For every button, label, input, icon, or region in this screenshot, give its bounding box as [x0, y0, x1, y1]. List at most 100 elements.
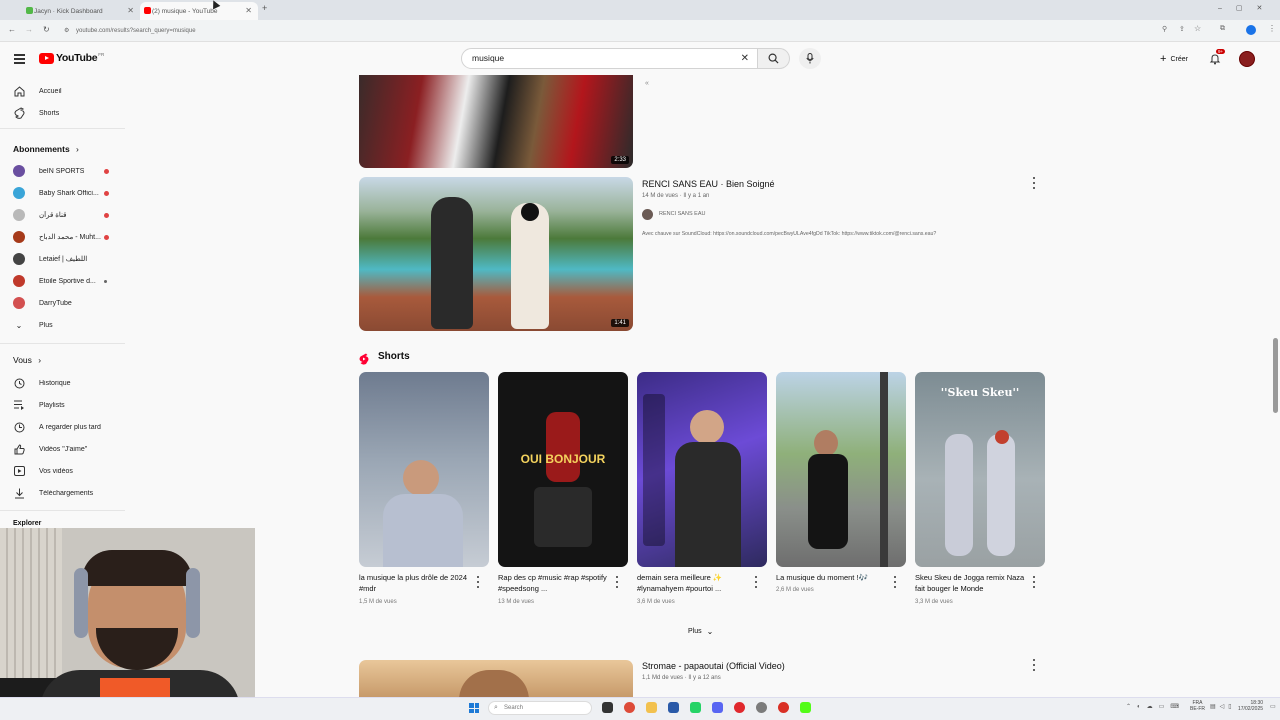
chevron-down-icon: ⌄ — [706, 627, 714, 636]
app-icon[interactable] — [778, 702, 789, 713]
more-actions-icon[interactable] — [614, 576, 620, 588]
sidebar-item-watch-later[interactable]: À regarder plus tard — [0, 416, 125, 438]
share-icon[interactable]: ⇪ — [1179, 25, 1185, 33]
video-thumbnail-3[interactable] — [359, 660, 633, 697]
search-icon: ⌕ — [494, 704, 498, 711]
sidebar-sub-muht[interactable]: محمد الدباح - Muht... — [0, 226, 125, 248]
short-views-1: 1,5 M de vues — [359, 599, 397, 605]
file-explorer-icon[interactable] — [646, 702, 657, 713]
bell-icon — [1209, 54, 1221, 65]
search-button[interactable] — [758, 48, 790, 69]
sidebar-more-subs[interactable]: ⌄ Plus — [0, 314, 125, 336]
window-controls[interactable]: –▢✕ — [1218, 4, 1276, 12]
channel-avatar — [13, 209, 25, 221]
youtube-favicon-icon — [144, 7, 151, 14]
video-thumbnail-1[interactable]: 2:33 — [359, 75, 633, 168]
shorts-more-button[interactable]: Plus ⌄ — [688, 627, 713, 636]
sidebar-sub-letaief[interactable]: Letaief | اللطيف — [0, 248, 125, 270]
reload-icon[interactable]: ↻ — [43, 25, 50, 34]
close-tab-icon[interactable]: ✕ — [245, 6, 252, 15]
collapse-icon[interactable]: « — [645, 80, 649, 87]
subscriptions-heading[interactable]: Abonnements › — [13, 144, 79, 154]
sidebar-item-playlists[interactable]: Playlists — [0, 394, 125, 416]
video-thumbnail-2[interactable]: 1:41 — [359, 177, 633, 331]
voice-search-button[interactable] — [799, 48, 821, 69]
new-tab-button[interactable]: + — [262, 3, 267, 13]
sidebar-sub-baby-shark[interactable]: Baby Shark Offici... — [0, 182, 125, 204]
extensions-icon[interactable]: ⧉ — [1220, 25, 1225, 33]
short-card-1[interactable] — [359, 372, 489, 567]
tab-kick-dashboard[interactable]: Jacyn · Kick Dashboard ✕ — [22, 2, 140, 20]
video-title-2[interactable]: RENCI SANS EAU · Bien Soigné — [642, 179, 775, 189]
settings-icon[interactable] — [756, 702, 767, 713]
sidebar-sub-quran[interactable]: قناة قرآن — [0, 204, 125, 226]
more-actions-icon[interactable] — [1031, 659, 1037, 671]
more-actions-icon[interactable] — [475, 576, 481, 588]
clock[interactable]: 18:30 17/02/2025 — [1238, 700, 1263, 712]
short-card-4[interactable] — [776, 372, 906, 567]
forward-icon[interactable]: → — [25, 25, 33, 34]
windows-start-icon[interactable] — [469, 703, 479, 713]
person-figure — [511, 203, 549, 329]
notifications-button[interactable]: 9+ — [1209, 49, 1226, 66]
language-indicator[interactable]: FRA BE-FR — [1190, 700, 1205, 712]
search-input[interactable]: musique ✕ — [461, 48, 758, 69]
youtube-logo[interactable]: YouTube FR — [39, 52, 104, 64]
chrome-icon[interactable] — [624, 702, 635, 713]
channel-name-2[interactable]: RENCI SANS EAU — [659, 211, 705, 217]
channel-avatar[interactable] — [642, 209, 653, 220]
more-actions-icon[interactable] — [753, 576, 759, 588]
address-bar[interactable]: ⚙ youtube.com/results?search_query=musiq… — [60, 24, 1170, 38]
sidebar-item-downloads[interactable]: Téléchargements — [0, 482, 125, 504]
microphone-icon — [806, 53, 814, 64]
bookmark-star-icon[interactable]: ☆ — [1194, 24, 1201, 33]
tab-youtube[interactable]: (2) musique - YouTube ✕ — [140, 2, 258, 20]
store-icon[interactable] — [668, 702, 679, 713]
kick-icon[interactable] — [800, 702, 811, 713]
opera-icon[interactable] — [734, 702, 745, 713]
sidebar-item-your-videos[interactable]: Vos vidéos — [0, 460, 125, 482]
short-title-4[interactable]: La musique du moment !🎶 — [776, 572, 888, 583]
short-card-3[interactable] — [637, 372, 767, 567]
short-title-1[interactable]: la musique la plus drôle de 2024 #mdr — [359, 572, 471, 594]
face-shape — [459, 670, 529, 697]
sidebar-item-history[interactable]: Historique — [0, 372, 125, 394]
short-card-5[interactable]: ''Skeu Skeu'' — [915, 372, 1045, 567]
menu-hamburger-icon[interactable] — [14, 54, 25, 64]
site-info-icon[interactable]: ⚙ — [64, 24, 69, 38]
system-tray-icons[interactable]: ⌃◐☁▭⌨ — [1126, 703, 1185, 710]
dancer-shape — [945, 434, 973, 556]
network-sound-icons[interactable]: ▤◁▯ — [1210, 703, 1236, 710]
sidebar-item-shorts[interactable]: Shorts — [0, 102, 125, 124]
browser-menu-icon[interactable]: ⋮ — [1268, 24, 1276, 33]
notifications-icon[interactable]: ▭ — [1270, 703, 1276, 710]
headphone-right-icon — [186, 568, 200, 638]
body-shape — [808, 454, 848, 549]
clear-search-icon[interactable]: ✕ — [741, 49, 749, 68]
short-title-5[interactable]: Skeu Skeu de Jogga remix Naza fait bouge… — [915, 572, 1027, 594]
user-avatar[interactable] — [1239, 51, 1255, 67]
task-view-icon[interactable] — [602, 702, 613, 713]
sidebar-sub-bein-sports[interactable]: beIN SPORTS — [0, 160, 125, 182]
short-title-3[interactable]: demain sera meilleure ✨ #lynamahyem #pou… — [637, 572, 749, 594]
sidebar-sub-darrytube[interactable]: DarryTube — [0, 292, 125, 314]
profile-avatar[interactable] — [1246, 25, 1256, 35]
short-title-2[interactable]: Rap des cp #music #rap #spotify #speedso… — [498, 572, 610, 594]
hair-shape — [82, 550, 192, 586]
sidebar-item-home[interactable]: Accueil — [0, 80, 125, 102]
more-actions-icon[interactable] — [892, 576, 898, 588]
page-scrollbar[interactable] — [1273, 338, 1278, 413]
whatsapp-icon[interactable] — [690, 702, 701, 713]
back-icon[interactable]: ← — [8, 25, 16, 34]
sidebar-sub-etoile[interactable]: Etoile Sportive d... — [0, 270, 125, 292]
create-button[interactable]: + Créer — [1154, 50, 1194, 68]
sidebar-item-liked-videos[interactable]: Vidéos "J'aime" — [0, 438, 125, 460]
video-title-3[interactable]: Stromae - papaoutai (Official Video) — [642, 661, 785, 671]
short-card-2[interactable]: OUI BONJOUR — [498, 372, 628, 567]
you-heading[interactable]: Vous › — [13, 355, 41, 365]
close-tab-icon[interactable]: ✕ — [127, 6, 134, 15]
discord-icon[interactable] — [712, 702, 723, 713]
taskbar-search-box[interactable]: ⌕ Search — [488, 701, 592, 715]
more-actions-icon[interactable] — [1031, 576, 1037, 588]
more-actions-icon[interactable] — [1031, 177, 1037, 189]
